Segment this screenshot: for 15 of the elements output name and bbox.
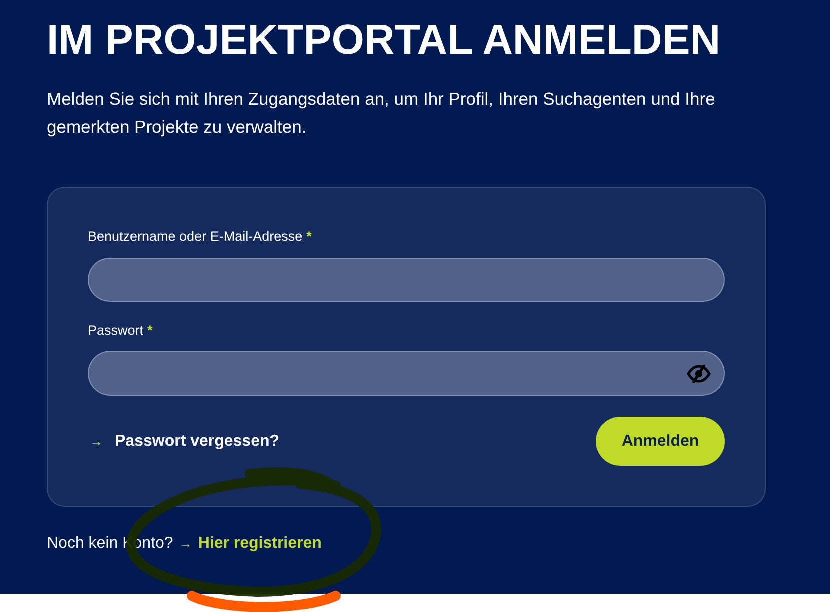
arrow-icon: → xyxy=(90,432,103,450)
arrow-icon: → xyxy=(179,534,192,554)
username-field[interactable] xyxy=(88,258,725,302)
register-prompt: Noch kein Konto? xyxy=(47,534,174,554)
password-field[interactable] xyxy=(88,351,725,396)
field-label: Passwort xyxy=(88,322,144,340)
required-mark: * xyxy=(306,228,312,246)
register-link[interactable]: Hier registrieren xyxy=(198,534,322,554)
eye-slash-icon[interactable] xyxy=(687,364,711,382)
intro-paragraph: Melden Sie sich mit Ihren Zugangsdaten an, um Ihr Profil, Ihren Suchagenten und Ihre gemerkten Projekte zu verwalten. xyxy=(47,88,716,139)
forgot-password-link[interactable]: Passwort vergessen? xyxy=(115,432,280,452)
login-button[interactable]: Anmelden xyxy=(596,417,725,466)
field-label: Benutzername oder E-Mail-Adresse xyxy=(88,228,303,246)
page-heading: IM PROJEKTPORTAL ANMELDEN xyxy=(47,19,721,61)
required-mark: * xyxy=(148,322,153,340)
